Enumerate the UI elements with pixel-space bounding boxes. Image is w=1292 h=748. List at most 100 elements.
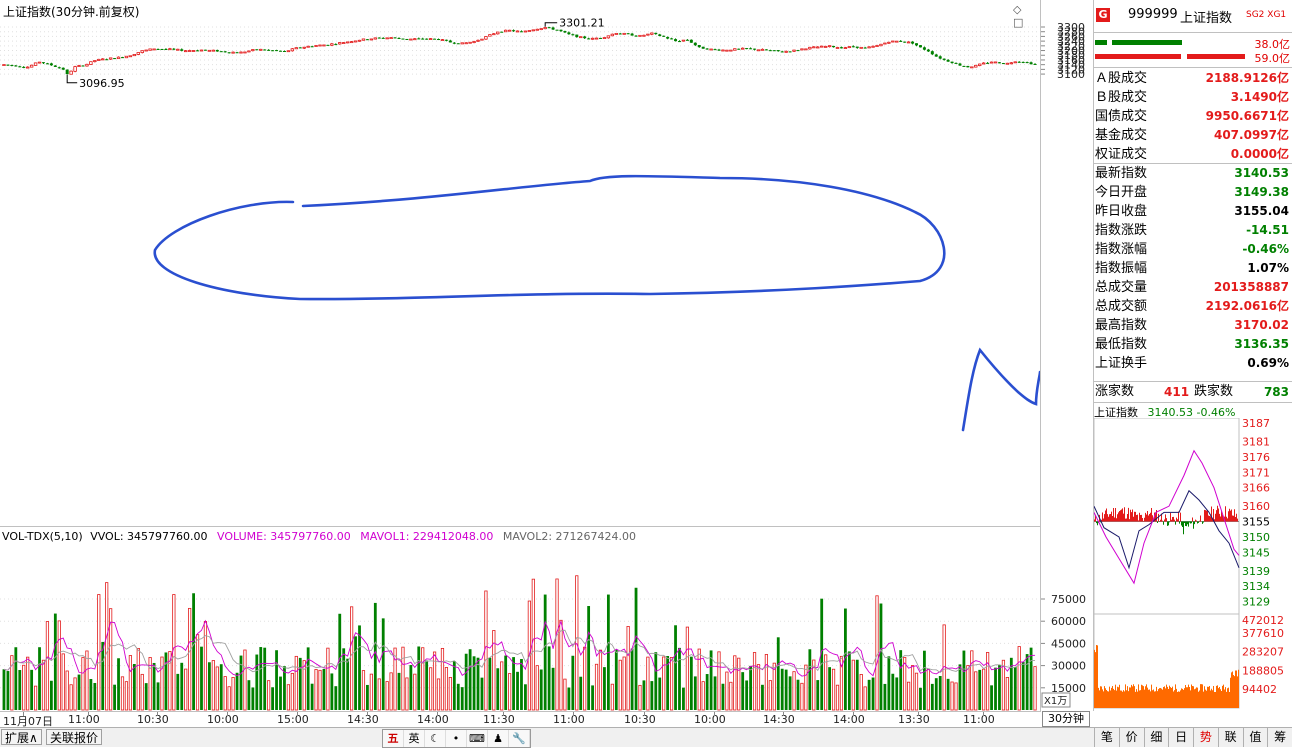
- vol-indicator-name[interactable]: VOL-TDX(5,10): [2, 530, 83, 543]
- volume-bar: [452, 660, 456, 710]
- candle-body: [993, 61, 998, 64]
- candle-body: [480, 38, 484, 41]
- chart-controls-icon[interactable]: ◇ □: [1013, 3, 1040, 29]
- related-quote-tab[interactable]: 关联报价: [46, 729, 103, 745]
- mavol2-value: MAVOL2: 271267424.00: [502, 530, 637, 543]
- ime-wubi-icon[interactable]: 五: [383, 730, 404, 747]
- candlestick-chart[interactable]: 3301.21 3096.95 上证指数(30分钟.前复权) ◇ □: [0, 0, 1042, 527]
- candle-body: [974, 64, 978, 68]
- volume-bar: [105, 582, 109, 711]
- volume-bar: [180, 662, 184, 710]
- volume-bar: [2, 669, 6, 710]
- mini-price-label: 3155: [1242, 516, 1270, 529]
- volume-bar: [693, 676, 697, 710]
- candle-body: [709, 48, 713, 51]
- stat-row: 指数涨跌 -14.51: [1094, 221, 1292, 240]
- mini-price-label: 3150: [1242, 531, 1270, 544]
- tab-chips[interactable]: 筹: [1267, 728, 1292, 747]
- candle-body: [634, 35, 638, 37]
- tab-related[interactable]: 联: [1217, 728, 1243, 747]
- tab-ticks[interactable]: 笔: [1094, 728, 1119, 747]
- candle-body: [49, 63, 53, 66]
- candle-body: [417, 38, 421, 40]
- candle-body: [1021, 61, 1025, 63]
- candle-body: [981, 62, 986, 65]
- mini-vol-label: 94402: [1242, 683, 1277, 696]
- volume-bar: [923, 650, 926, 710]
- ime-keyboard-icon[interactable]: ⌨: [467, 730, 488, 747]
- volume-bar: [618, 659, 622, 711]
- mini-vol-label: 377610: [1242, 627, 1284, 640]
- ime-moon-icon[interactable]: ☾: [425, 730, 446, 747]
- volume-bar: [1013, 667, 1017, 710]
- stat-value: 1.07%: [1247, 261, 1289, 275]
- volume-bar: [160, 656, 164, 711]
- volume-bar: [504, 655, 508, 710]
- volume-bar: [310, 683, 314, 710]
- candle-body: [290, 48, 295, 52]
- tab-value[interactable]: 值: [1242, 728, 1268, 747]
- candle-body: [930, 51, 934, 55]
- candle-body: [989, 61, 994, 64]
- candle-body: [33, 62, 38, 66]
- quote-tabs: 笔 价 细 日 势 联 值 筹: [1094, 728, 1292, 747]
- stat-row: 权证成交 0.0000亿: [1094, 145, 1292, 164]
- volume-bar: [192, 593, 195, 710]
- volume-bar: [290, 672, 294, 711]
- stat-label: 最低指数: [1095, 337, 1148, 352]
- volume-bar: [871, 677, 875, 710]
- stat-label: 基金成交: [1095, 128, 1148, 143]
- up-count-value: 411: [1164, 385, 1190, 399]
- volume-bar: [101, 641, 105, 710]
- candle-body: [717, 49, 721, 51]
- intraday-mini-chart[interactable]: 3187 3181 3176 3171 3166 3160 3155 3150 3145 3139…: [1093, 417, 1292, 709]
- tab-trend[interactable]: 势: [1193, 728, 1218, 747]
- tab-daily[interactable]: 日: [1168, 728, 1193, 747]
- volume-bar: [867, 679, 871, 710]
- volume-bar: [124, 681, 129, 711]
- time-tick: [157, 712, 158, 716]
- candle-body: [144, 49, 148, 52]
- volume-chart[interactable]: VOL-TDX(5,10) VVOL: 345797760.00 VOLUME:…: [0, 527, 1041, 711]
- candle-body: [575, 34, 579, 38]
- time-tick: [437, 712, 438, 716]
- g-badge-icon[interactable]: G: [1096, 8, 1110, 22]
- candle-body: [507, 29, 512, 32]
- candle-body: [22, 66, 26, 68]
- candle-body: [792, 49, 796, 52]
- sell-bar-left: [1095, 54, 1181, 59]
- time-label: 14:30: [763, 713, 795, 726]
- candle-body: [547, 27, 551, 29]
- volume-bar: [966, 665, 970, 711]
- ime-wrench-icon[interactable]: 🔧: [509, 730, 530, 747]
- volume-bar: [346, 658, 350, 710]
- candle-body: [389, 37, 393, 39]
- tab-price[interactable]: 价: [1118, 728, 1144, 747]
- volume-bar: [164, 652, 168, 710]
- candle-body: [551, 27, 555, 30]
- period-selector[interactable]: 30分钟: [1042, 711, 1090, 727]
- volume-bar: [768, 680, 772, 711]
- volume-bar: [207, 662, 211, 710]
- volume-bar: [895, 677, 899, 710]
- candle-body: [899, 40, 903, 42]
- volume-bar: [354, 636, 357, 710]
- candle-body: [349, 41, 354, 44]
- time-tick: [503, 712, 504, 716]
- candle-body: [938, 56, 942, 59]
- stat-value: 3.1490亿: [1230, 90, 1289, 104]
- candle-body: [2, 64, 6, 66]
- volume-bar: [579, 676, 583, 710]
- candle-body: [590, 37, 595, 40]
- candle-body: [18, 66, 22, 68]
- volume-bar: [275, 650, 278, 710]
- ime-english-icon[interactable]: 英: [404, 730, 425, 747]
- candle-body: [183, 50, 188, 53]
- ime-user-icon[interactable]: ♟: [488, 730, 509, 747]
- expand-tab[interactable]: 扩展∧: [1, 729, 42, 745]
- tab-detail[interactable]: 细: [1143, 728, 1169, 747]
- ime-dot-icon[interactable]: •: [446, 730, 467, 747]
- volume-bar: [883, 683, 887, 710]
- stock-tags[interactable]: SG2 XG1: [1246, 10, 1286, 20]
- volume-bar: [456, 683, 460, 710]
